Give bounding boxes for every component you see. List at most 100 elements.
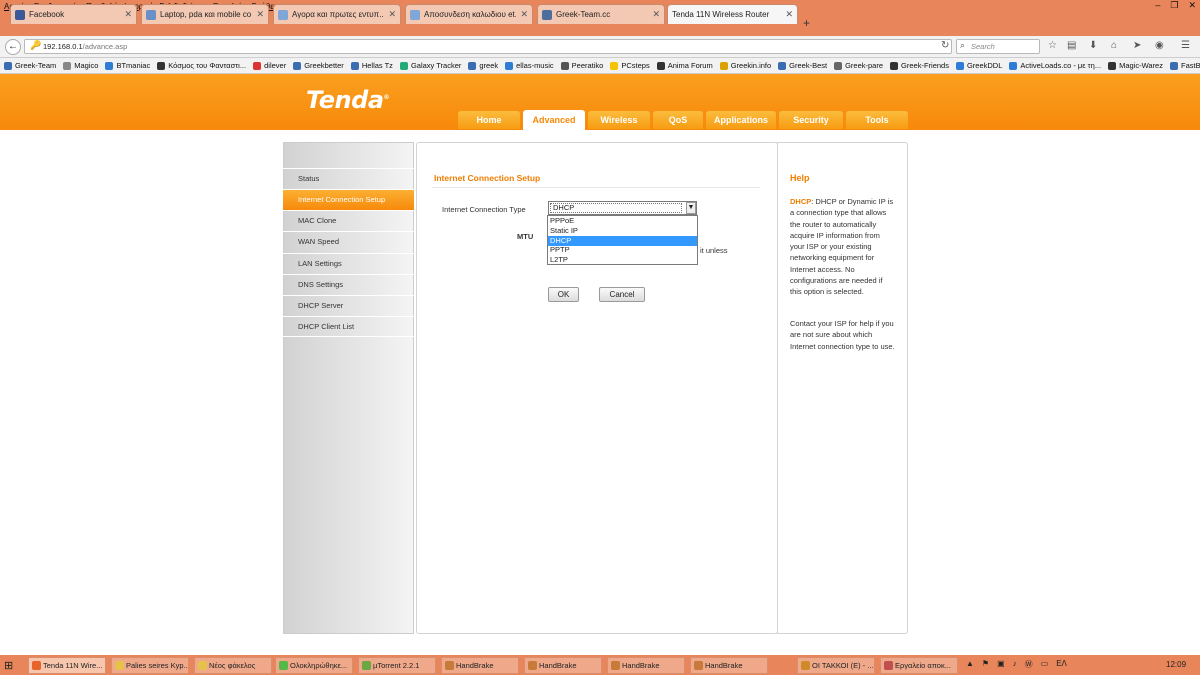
browser-tab[interactable]: Greek-Team.cc ✕ <box>537 4 665 24</box>
bookmark-item[interactable]: Κόσμος του Φανταστι... <box>157 61 246 70</box>
site-icon <box>278 9 288 20</box>
taskbar-label: HandBrake <box>705 661 743 670</box>
close-window-button[interactable]: ✕ <box>1188 0 1196 11</box>
chat-icon[interactable]: ◉ <box>1155 40 1164 51</box>
back-button[interactable]: ← <box>5 39 21 55</box>
close-tab-icon[interactable]: ✕ <box>124 9 132 20</box>
bookmark-item[interactable]: GreekDDL <box>955 61 1002 70</box>
option-static-ip[interactable]: Static IP <box>548 226 697 236</box>
bookmark-item[interactable]: Greek-Team <box>4 61 56 70</box>
taskbar-label: Εργαλείο αποκ... <box>895 661 951 670</box>
reload-icon[interactable]: ↻ <box>941 40 949 51</box>
battery-icon[interactable]: ▭ <box>1041 659 1049 670</box>
browser-tab-active[interactable]: Tenda 11N Wireless Router ✕ <box>667 4 798 24</box>
close-tab-icon[interactable]: ✕ <box>785 9 793 20</box>
bookmark-item[interactable]: dilever <box>253 61 286 70</box>
close-tab-icon[interactable]: ✕ <box>652 9 660 20</box>
sidebar-item-status[interactable]: Status <box>283 168 414 189</box>
option-l2tp[interactable]: L2TP <box>548 255 697 265</box>
bookmark-item[interactable]: FastBytez <box>1169 61 1200 70</box>
bookmark-icon <box>105 61 114 70</box>
bookmark-item[interactable]: Galaxy Tracker <box>399 61 461 70</box>
bookmark-item[interactable]: PCsteps <box>610 61 650 70</box>
browser-tab[interactable]: Laptop, pda και mobile co... ✕ <box>141 4 269 24</box>
tab-tools[interactable]: Tools <box>846 111 908 129</box>
tab-applications[interactable]: Applications <box>706 111 776 129</box>
sidebar-item-dhcp-server[interactable]: DHCP Server <box>283 295 414 316</box>
home-icon[interactable]: ⌂ <box>1111 40 1117 51</box>
tab-security[interactable]: Security <box>779 111 843 129</box>
bookmark-item[interactable]: Magic-Warez <box>1108 61 1163 70</box>
taskbar-item[interactable]: µTorrent 2.2.1 <box>358 657 436 674</box>
sidebar-item-wan-speed[interactable]: WAN Speed <box>283 231 414 252</box>
bookmark-item[interactable]: Peeratiko <box>560 61 603 70</box>
ok-button[interactable]: OK <box>548 287 579 302</box>
start-button[interactable]: ⊞ <box>4 659 13 672</box>
bookmark-item[interactable]: Magico <box>63 61 98 70</box>
wordpress-icon[interactable]: Ⓦ <box>1025 659 1033 670</box>
bookmark-item[interactable]: Anima Forum <box>656 61 713 70</box>
bookmark-item[interactable]: BTmaniac <box>105 61 150 70</box>
section-title: Internet Connection Setup <box>434 173 541 183</box>
clipboard-icon[interactable]: ▤ <box>1067 40 1076 51</box>
bookmark-item[interactable]: Greekbetter <box>293 61 344 70</box>
option-pppoe[interactable]: PPPoE <box>548 216 697 226</box>
hamburger-menu-icon[interactable]: ☰ <box>1181 40 1190 51</box>
taskbar-label: Νέος φάκελος <box>209 661 256 670</box>
close-tab-icon[interactable]: ✕ <box>388 9 396 20</box>
taskbar-item[interactable]: Ολοκληρώθηκε... <box>275 657 353 674</box>
sidebar-item-internet-connection-setup[interactable]: Internet Connection Setup <box>283 189 414 210</box>
taskbar-item[interactable]: HandBrake <box>607 657 685 674</box>
bookmark-item[interactable]: Greek-pare <box>834 61 883 70</box>
sidebar-item-dhcp-client-list[interactable]: DHCP Client List <box>283 316 414 337</box>
sidebar-item-lan-settings[interactable]: LAN Settings <box>283 253 414 274</box>
system-tray: ▲ ⚑ ▣ ♪ Ⓦ ▭ ΕΛ <box>966 659 1067 670</box>
tab-advanced[interactable]: Advanced <box>523 110 585 130</box>
close-tab-icon[interactable]: ✕ <box>256 9 264 20</box>
taskbar-item[interactable]: Tenda 11N Wire... <box>28 657 106 674</box>
bookmark-item[interactable]: Greek-Friends <box>890 61 949 70</box>
chevron-down-icon[interactable]: ▼ <box>686 202 696 214</box>
tab-wireless[interactable]: Wireless <box>588 111 650 129</box>
sidebar-item-mac-clone[interactable]: MAC Clone <box>283 210 414 231</box>
bookmark-icon <box>399 61 408 70</box>
taskbar-item[interactable]: HandBrake <box>690 657 768 674</box>
send-icon[interactable]: ➤ <box>1133 40 1141 51</box>
maximize-button[interactable]: ❐ <box>1170 0 1178 11</box>
star-icon[interactable]: ☆ <box>1048 40 1057 51</box>
search-input[interactable]: Search <box>956 39 1040 54</box>
bookmark-item[interactable]: Greek-Best <box>778 61 827 70</box>
bookmark-item[interactable]: ellas-music <box>505 61 554 70</box>
bookmark-item[interactable]: Hellas Tz <box>350 61 393 70</box>
bookmark-item[interactable]: ActiveLoads.co - με τη... <box>1009 61 1101 70</box>
url-bar[interactable]: 192.168.0.1/advance.asp <box>24 39 952 54</box>
browser-tab[interactable]: Αγορα και πρωτες εντυπ... ✕ <box>273 4 401 24</box>
taskbar-item[interactable]: Εργαλείο αποκ... <box>880 657 958 674</box>
taskbar-item[interactable]: HandBrake <box>524 657 602 674</box>
browser-tab[interactable]: Αποσυνδεση καλωδιου et... ✕ <box>405 4 533 24</box>
close-tab-icon[interactable]: ✕ <box>520 9 528 20</box>
logo-mark: ® <box>383 94 390 101</box>
browser-tab[interactable]: Facebook ✕ <box>10 4 137 24</box>
cancel-button[interactable]: Cancel <box>599 287 645 302</box>
sidebar-item-dns-settings[interactable]: DNS Settings <box>283 274 414 295</box>
download-icon[interactable]: ⬇ <box>1089 40 1097 51</box>
facebook-icon <box>15 9 25 20</box>
flag-icon[interactable]: ⚑ <box>982 659 989 670</box>
taskbar-item[interactable]: Palies seires Kyp... <box>111 657 189 674</box>
bookmark-item[interactable]: Greekin.info <box>719 61 771 70</box>
taskbar-item[interactable]: HandBrake <box>441 657 519 674</box>
taskbar-item[interactable]: ΟΙ ΤΑΚΚΟΙ (E) - ... <box>797 657 875 674</box>
volume-icon[interactable]: ♪ <box>1013 659 1017 670</box>
taskbar-item[interactable]: Νέος φάκελος <box>194 657 272 674</box>
network-icon[interactable]: ▣ <box>997 659 1005 670</box>
bookmark-icon <box>1108 61 1117 70</box>
tray-up-icon[interactable]: ▲ <box>966 659 974 670</box>
bookmark-item[interactable]: greek <box>468 61 498 70</box>
minimize-button[interactable]: – <box>1155 0 1160 11</box>
new-tab-button[interactable]: + <box>803 16 810 30</box>
lang-indicator[interactable]: ΕΛ <box>1056 659 1067 670</box>
option-pptp[interactable]: PPTP <box>548 245 697 255</box>
tab-qos[interactable]: QoS <box>653 111 703 129</box>
tab-home[interactable]: Home <box>458 111 520 129</box>
